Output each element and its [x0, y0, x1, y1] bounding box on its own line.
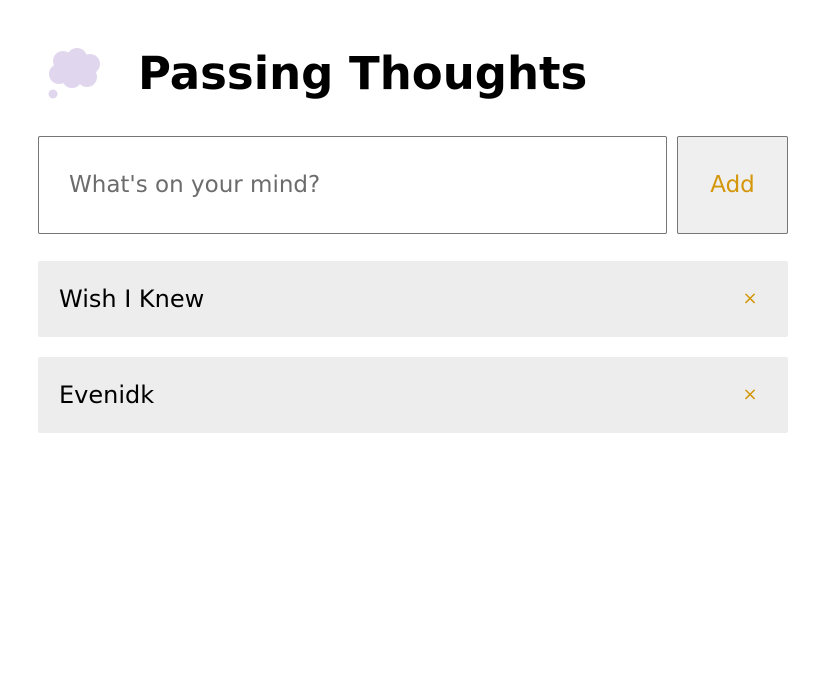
- app-header: Passing Thoughts: [46, 38, 587, 108]
- thought-form: Add: [38, 136, 788, 234]
- add-button[interactable]: Add: [677, 136, 788, 234]
- thought-text: Evenidk: [59, 381, 155, 409]
- thought-list: Wish I Knew × Evenidk ×: [38, 261, 788, 453]
- thought-input[interactable]: [38, 136, 667, 234]
- page-title: Passing Thoughts: [138, 46, 588, 100]
- thought-item: Evenidk ×: [38, 357, 788, 433]
- thought-cloud-icon: [48, 48, 100, 99]
- delete-thought-button[interactable]: ×: [736, 381, 764, 409]
- thought-item: Wish I Knew ×: [38, 261, 788, 337]
- thought-text: Wish I Knew: [59, 285, 205, 313]
- delete-thought-button[interactable]: ×: [736, 285, 764, 313]
